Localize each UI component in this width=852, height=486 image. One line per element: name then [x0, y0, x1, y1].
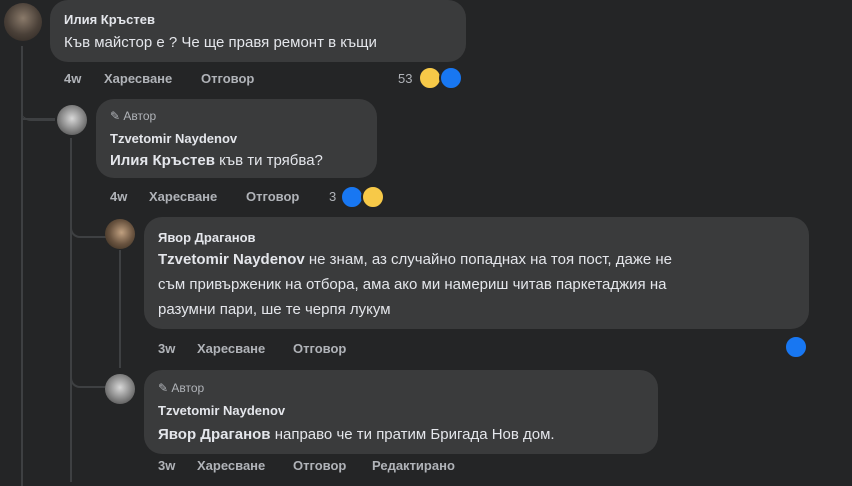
comment-text: Илия Кръстев къв ти трябва? — [110, 148, 323, 173]
thread-line — [21, 118, 55, 120]
avatar[interactable] — [4, 3, 42, 41]
like-button[interactable]: Харесване — [197, 458, 265, 473]
comment-text: Tzvetomir Naydenov не знам, аз случайно … — [158, 247, 672, 272]
comment-author[interactable]: Явор Драганов — [158, 230, 256, 245]
author-badge: ✎ Автор — [158, 381, 204, 395]
comment-text-line: съм привърженик на отбора, ама ако ми на… — [158, 276, 667, 293]
comment-body: не знам, аз случайно попаднах на тоя пос… — [308, 251, 673, 268]
avatar[interactable] — [105, 219, 135, 249]
comment-author[interactable]: Илия Кръстев — [64, 12, 155, 27]
comment-author[interactable]: Tzvetomir Naydenov — [110, 131, 237, 146]
avatar[interactable] — [57, 105, 87, 135]
reply-button[interactable]: Отговор — [293, 341, 346, 356]
comment-time[interactable]: 3w — [158, 458, 175, 473]
thread-connector — [70, 362, 106, 388]
reaction-count[interactable]: 3 — [329, 189, 336, 204]
like-button[interactable]: Харесване — [104, 71, 172, 86]
pencil-icon: ✎ — [110, 109, 124, 123]
mention[interactable]: Явор Драганов — [158, 426, 271, 443]
pencil-icon: ✎ — [158, 381, 172, 395]
comment-text: Къв майстор е ? Че ще правя ремонт в къщ… — [64, 34, 377, 51]
author-badge: ✎ Автор — [110, 109, 156, 123]
reply-button[interactable]: Отговор — [293, 458, 346, 473]
like-button[interactable]: Харесване — [197, 341, 265, 356]
author-badge-label: Автор — [123, 109, 157, 123]
comment-time[interactable]: 4w — [64, 71, 81, 86]
thread-line — [70, 138, 72, 482]
thread-line — [119, 250, 121, 368]
author-badge-label: Автор — [171, 381, 205, 395]
haha-reaction-icon[interactable] — [361, 185, 385, 209]
reaction-count[interactable]: 53 — [398, 71, 412, 86]
like-reaction-icon[interactable] — [439, 66, 463, 90]
edited-label[interactable]: Редактирано — [372, 458, 455, 473]
comment-text: Явор Драганов направо че ти пратим Брига… — [158, 422, 555, 447]
mention[interactable]: Илия Кръстев — [110, 152, 215, 169]
like-button[interactable]: Харесване — [149, 189, 217, 204]
reply-button[interactable]: Отговор — [201, 71, 254, 86]
comment-body: направо че ти пратим Бригада Нов дом. — [274, 426, 555, 443]
comment-time[interactable]: 3w — [158, 341, 175, 356]
comment-author[interactable]: Tzvetomir Naydenov — [158, 403, 285, 418]
like-reaction-icon[interactable] — [784, 335, 808, 359]
comment-text-line: разумни пари, ше те черпя лукум — [158, 301, 391, 318]
reply-button[interactable]: Отговор — [246, 189, 299, 204]
thread-connector — [70, 214, 106, 238]
mention[interactable]: Tzvetomir Naydenov — [158, 251, 305, 268]
avatar[interactable] — [105, 374, 135, 404]
comment-time[interactable]: 4w — [110, 189, 127, 204]
comment-body: къв ти трябва? — [219, 152, 323, 169]
